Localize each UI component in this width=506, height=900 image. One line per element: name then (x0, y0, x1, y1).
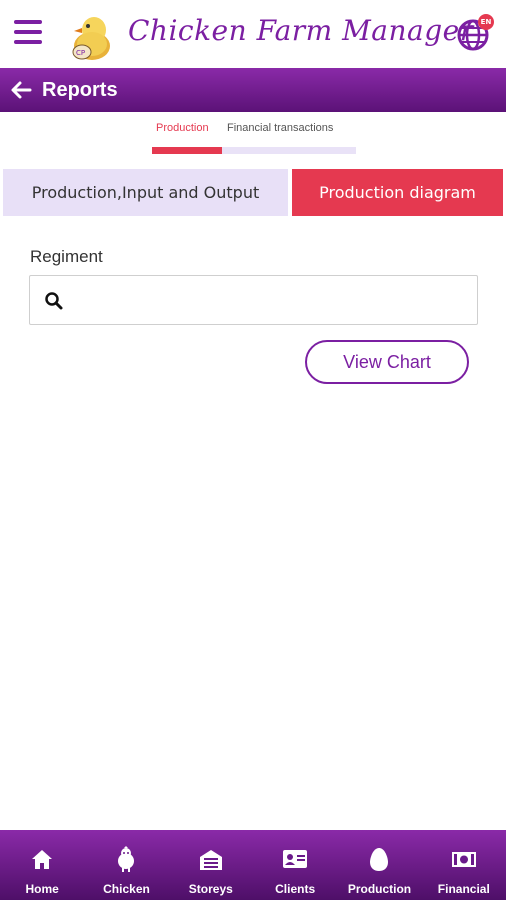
nav-financial[interactable]: Financial (422, 830, 506, 900)
language-button[interactable]: EN (456, 14, 494, 52)
active-tab-indicator (152, 147, 222, 154)
nav-label-financial: Financial (437, 882, 490, 896)
svg-text:CP: CP (76, 49, 85, 57)
nav-storeys[interactable]: Storeys (169, 830, 253, 900)
nav-clients[interactable]: Clients (253, 830, 337, 900)
back-arrow-icon[interactable] (8, 77, 34, 103)
regiment-label: Regiment (30, 247, 103, 266)
search-icon (45, 292, 63, 310)
nav-label-production: Production (347, 882, 412, 896)
regiment-search-input[interactable] (76, 284, 466, 316)
egg-icon (370, 848, 389, 871)
page-title: Reports (42, 78, 118, 101)
view-chart-button[interactable]: View Chart (305, 340, 469, 384)
segment-production-diagram[interactable]: Production diagram (292, 169, 503, 216)
clients-icon (283, 850, 308, 868)
page-bar: Reports (0, 68, 506, 112)
tab-indicator-track (222, 147, 356, 154)
nav-chicken[interactable]: Chicken (84, 830, 168, 900)
segment-production-input-output[interactable]: Production,Input and Output (3, 169, 288, 216)
money-icon (451, 852, 476, 867)
report-type-tabs: Production Financial transactions (150, 122, 360, 156)
language-badge: EN (478, 14, 494, 30)
storeys-icon (199, 850, 222, 870)
nav-label-home: Home (25, 882, 59, 896)
hamburger-menu-icon[interactable] (14, 20, 42, 46)
bottom-navigation: Home Chicken Storeys Clients Production … (0, 830, 506, 900)
chicken-icon (118, 846, 135, 872)
tab-financial-transactions[interactable]: Financial transactions (227, 122, 333, 134)
app-header: CP Chicken Farm Manager EN (0, 0, 506, 68)
nav-label-chicken: Chicken (103, 882, 150, 896)
nav-label-clients: Clients (275, 882, 316, 896)
home-icon (32, 850, 53, 869)
nav-production[interactable]: Production (337, 830, 421, 900)
nav-label-storeys: Storeys (188, 882, 233, 896)
chick-logo: CP (72, 17, 110, 60)
nav-home[interactable]: Home (0, 830, 84, 900)
regiment-search-box[interactable] (29, 275, 478, 325)
app-title: Chicken Farm Manager (128, 14, 474, 47)
tab-production[interactable]: Production (156, 122, 209, 134)
